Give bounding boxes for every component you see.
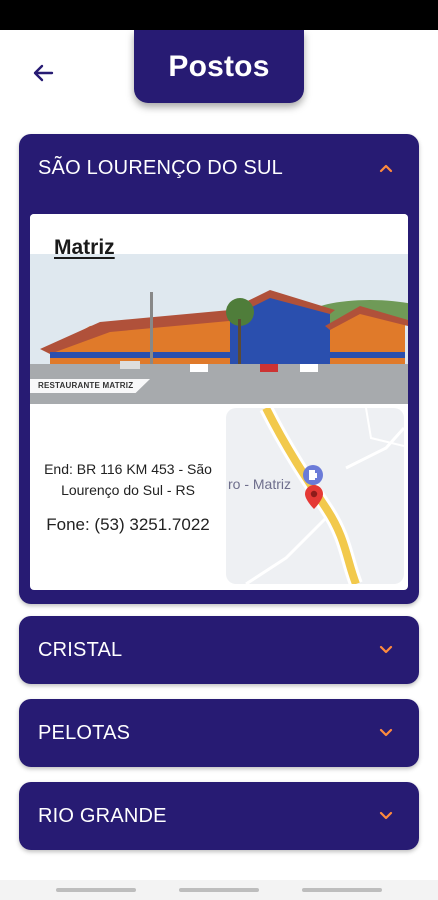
chevron-down-icon <box>379 728 393 737</box>
section-sao-lourenco: SÃO LOURENÇO DO SUL Matriz RESTAURANTE M… <box>19 134 419 604</box>
section-title: RIO GRANDE <box>38 804 167 827</box>
page-title: Postos <box>168 49 270 83</box>
location-address: End: BR 116 KM 453 - São Lourenço do Sul… <box>44 461 212 498</box>
section-header-pelotas[interactable]: PELOTAS <box>19 699 419 767</box>
map-pin-icon <box>305 485 323 509</box>
location-phone[interactable]: Fone: (53) 3251.7022 <box>36 515 220 535</box>
arrow-left-icon <box>33 64 54 82</box>
section-title: CRISTAL <box>38 638 123 661</box>
status-bar <box>0 0 438 30</box>
section-header-sao-lourenco[interactable]: SÃO LOURENÇO DO SUL <box>19 134 419 202</box>
location-card: Matriz RESTAURANTE MATRIZ End: BR 116 KM… <box>30 214 408 590</box>
location-title: Matriz <box>54 236 115 259</box>
map-place-label: ro - Matriz <box>228 476 291 492</box>
location-map[interactable]: ro - Matriz <box>226 408 404 584</box>
chevron-up-icon <box>379 164 393 173</box>
chevron-down-icon <box>379 811 393 820</box>
nav-back-indicator[interactable] <box>56 888 136 892</box>
section-title: SÃO LOURENÇO DO SUL <box>38 156 283 179</box>
gas-station-icon <box>303 465 323 485</box>
chevron-down-icon <box>379 645 393 654</box>
page-title-tab: Postos <box>134 30 304 103</box>
section-rio-grande[interactable]: RIO GRANDE <box>19 782 419 850</box>
nav-recents-indicator[interactable] <box>302 888 382 892</box>
section-header-rio-grande[interactable]: RIO GRANDE <box>19 782 419 850</box>
section-title: PELOTAS <box>38 721 131 744</box>
section-pelotas[interactable]: PELOTAS <box>19 699 419 767</box>
nav-home-indicator[interactable] <box>179 888 259 892</box>
section-cristal[interactable]: CRISTAL <box>19 616 419 684</box>
section-header-cristal[interactable]: CRISTAL <box>19 616 419 684</box>
back-button[interactable] <box>26 56 60 90</box>
photo-caption: RESTAURANTE MATRIZ <box>38 381 134 390</box>
